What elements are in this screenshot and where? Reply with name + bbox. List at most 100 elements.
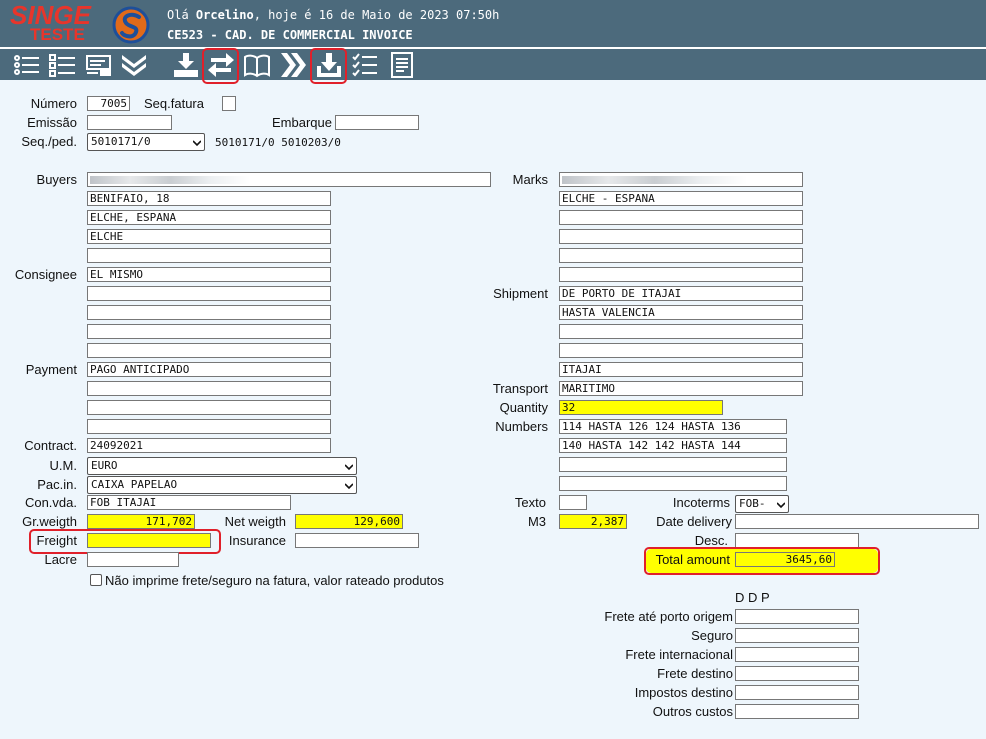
um-select[interactable]: EURO — [87, 457, 357, 475]
marks-line-5[interactable] — [559, 248, 803, 263]
app-header: SINGE TESTE Olá Orcelino, hoje é 16 de M… — [0, 0, 986, 47]
insurance-field[interactable] — [295, 533, 419, 548]
screen-title: CE523 - CAD. DE COMMERCIAL INVOICE — [167, 28, 413, 42]
netweight-field[interactable]: 129,600 — [295, 514, 403, 529]
greeting-text: Olá Orcelino, hoje é 16 de Maio de 2023 … — [167, 8, 500, 22]
payment-line-3[interactable] — [87, 400, 331, 415]
netweight-label: Net weigth — [224, 514, 286, 529]
consignee-line-5[interactable] — [87, 343, 331, 358]
numbers-line-3[interactable] — [559, 457, 787, 472]
marks-line-3[interactable] — [559, 210, 803, 225]
buyers-line-1[interactable] — [87, 172, 491, 187]
contract-label: Contract. — [24, 438, 77, 453]
nao-imprime-checkbox[interactable] — [90, 574, 102, 586]
numbers-label: Numbers — [495, 419, 548, 434]
numero-field[interactable]: 7005 — [87, 96, 130, 111]
consignee-line-3[interactable] — [87, 305, 331, 320]
m3-field[interactable]: 2,387 — [559, 514, 627, 529]
ddp-seguro-label: Seguro — [691, 628, 733, 643]
payment-line-2[interactable] — [87, 381, 331, 396]
grweight-field[interactable]: 171,702 — [87, 514, 195, 529]
texto-field[interactable] — [559, 495, 587, 510]
seq-ped-select[interactable]: 5010171/0 — [87, 133, 205, 151]
insurance-label: Insurance — [228, 533, 286, 548]
emissao-label: Emissão — [27, 115, 77, 130]
chevron-double-right-icon[interactable] — [279, 51, 307, 79]
um-label: U.M. — [49, 458, 77, 473]
convda-field[interactable]: FOB ITAJAI — [87, 495, 291, 510]
marks-line-1[interactable] — [559, 172, 803, 187]
contract-field[interactable]: 24092021 — [87, 438, 331, 453]
chevron-down-icon — [345, 483, 353, 490]
payment-line-4[interactable] — [87, 419, 331, 434]
incoterms-select[interactable]: FOB- — [735, 495, 789, 513]
download-tray-icon[interactable] — [172, 51, 200, 79]
logo-subtext: TESTE — [30, 25, 85, 44]
convda-label: Con.vda. — [24, 495, 77, 510]
shipment-line-3[interactable] — [559, 324, 803, 339]
card-icon[interactable] — [85, 51, 113, 79]
embarque-field[interactable] — [335, 115, 419, 130]
nao-imprime-label: Não imprime frete/seguro na fatura, valo… — [105, 573, 444, 588]
seq-fatura-label: Seq.fatura — [144, 96, 204, 111]
ddp-frete-internacional-field[interactable] — [735, 647, 859, 662]
emissao-field[interactable] — [87, 115, 172, 130]
payment-label: Payment — [25, 362, 77, 377]
consignee-line-4[interactable] — [87, 324, 331, 339]
buyers-line-3[interactable]: ELCHE, ESPANA — [87, 210, 331, 225]
lacre-label: Lacre — [44, 552, 77, 567]
buyers-line-4[interactable]: ELCHE — [87, 229, 331, 244]
ddp-frete-destino-field[interactable] — [735, 666, 859, 681]
ddp-frete-porto-field[interactable] — [735, 609, 859, 624]
ddp-title: D D P — [735, 590, 770, 605]
buyers-line-2[interactable]: BENIFAIO, 18 — [87, 191, 331, 206]
ddp-impostos-destino-field[interactable] — [735, 685, 859, 700]
chevron-down-icon — [777, 502, 785, 509]
numbers-line-1[interactable]: 114 HASTA 126 124 HASTA 136 — [559, 419, 787, 434]
ddp-outros-custos-field[interactable] — [735, 704, 859, 719]
marks-line-2[interactable]: ELCHE - ESPANA — [559, 191, 803, 206]
numbers-line-4[interactable] — [559, 476, 787, 491]
marks-label: Marks — [512, 172, 548, 187]
list-icon[interactable] — [12, 51, 40, 79]
total-amount-label: Total amount — [655, 552, 730, 567]
consignee-label: Consignee — [14, 267, 77, 282]
ddp-impostos-destino-label: Impostos destino — [634, 685, 733, 700]
consignee-line-1[interactable]: EL MISMO — [87, 267, 331, 282]
desc-field[interactable] — [735, 533, 859, 548]
ddp-frete-internacional-label: Frete internacional — [625, 647, 733, 662]
transport-field[interactable]: MARITIMO — [559, 381, 803, 396]
annotation-highlight-freight — [29, 529, 221, 554]
seq-fatura-field[interactable] — [222, 96, 236, 111]
marks-line-6[interactable] — [559, 267, 803, 282]
lacre-field[interactable] — [87, 552, 179, 567]
pacin-select[interactable]: CAIXA PAPELAO — [87, 476, 357, 494]
numbers-line-2[interactable]: 140 HASTA 142 142 HASTA 144 — [559, 438, 787, 453]
marks-line-4[interactable] — [559, 229, 803, 244]
buyers-line-5[interactable] — [87, 248, 331, 263]
shipment-line-2[interactable]: HASTA VALENCIA — [559, 305, 803, 320]
shipment-line-5[interactable]: ITAJAI — [559, 362, 803, 377]
payment-line-1[interactable]: PAGO ANTICIPADO — [87, 362, 331, 377]
transport-label: Transport — [492, 381, 548, 396]
checklist-done-icon[interactable] — [351, 51, 379, 79]
incoterms-label: Incoterms — [672, 495, 730, 510]
consignee-line-2[interactable] — [87, 286, 331, 301]
checklist-icon[interactable] — [48, 51, 76, 79]
shipment-line-1[interactable]: DE PORTO DE ITAJAI — [559, 286, 803, 301]
ddp-frete-destino-label: Frete destino — [657, 666, 733, 681]
ddp-seguro-field[interactable] — [735, 628, 859, 643]
date-delivery-field[interactable] — [735, 514, 979, 529]
book-icon[interactable] — [243, 51, 271, 79]
chevron-double-down-icon[interactable] — [120, 51, 148, 79]
shipment-line-4[interactable] — [559, 343, 803, 358]
document-icon[interactable] — [388, 51, 416, 79]
chevron-down-icon — [193, 140, 201, 147]
date-delivery-label: Date delivery — [656, 514, 732, 529]
shipment-label: Shipment — [493, 286, 548, 301]
total-amount-field[interactable]: 3645,60 — [735, 552, 835, 567]
embarque-label: Embarque — [272, 115, 332, 130]
annotation-highlight-refresh — [202, 48, 239, 84]
quantity-field[interactable]: 32 — [559, 400, 723, 415]
user-name: Orcelino — [195, 8, 254, 22]
